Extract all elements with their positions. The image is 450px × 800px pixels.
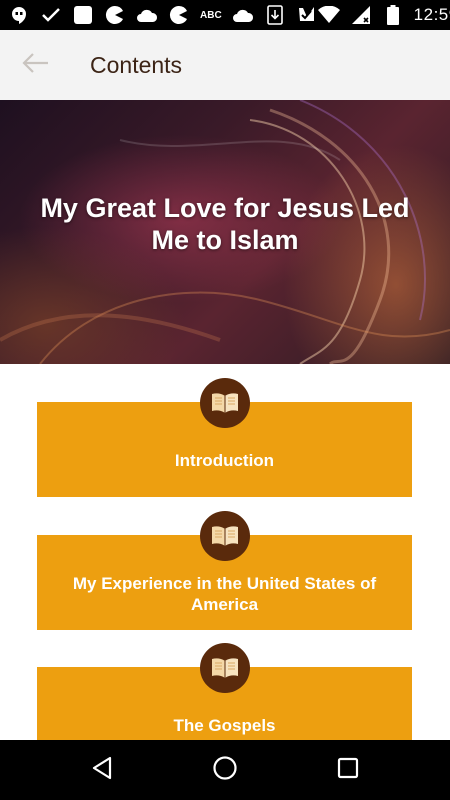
pacman-icon <box>104 5 126 25</box>
list-item-label: The Gospels <box>173 716 276 735</box>
download-icon <box>264 5 286 25</box>
list-item-label: My Experience in the United States of Am… <box>72 573 377 614</box>
book-banner: My Great Love for Jesus Led Me to Islam <box>0 100 450 364</box>
battery-icon <box>382 5 404 25</box>
contents-list: Introduction My Experience in the United… <box>0 364 450 740</box>
home-circle-icon <box>212 755 238 786</box>
wifi-icon <box>317 5 340 25</box>
open-book-icon <box>200 378 250 428</box>
page-title: Contents <box>90 51 183 78</box>
status-notifications: ABC <box>8 5 318 25</box>
list-item-label: Introduction <box>174 451 275 470</box>
arrow-back-icon <box>21 52 49 79</box>
system-nav-bar <box>0 740 450 800</box>
pacman-icon <box>168 5 190 25</box>
status-time: 12:59 <box>413 5 450 24</box>
nav-back-button[interactable] <box>72 740 132 800</box>
open-book-icon <box>200 643 250 693</box>
back-triangle-icon <box>91 756 113 785</box>
no-sim-icon <box>350 5 372 25</box>
cloud-icon <box>232 5 254 25</box>
notification-icon <box>296 5 318 25</box>
status-system: 12:59 <box>317 5 450 25</box>
recents-square-icon <box>337 757 359 784</box>
open-book-icon <box>200 511 250 561</box>
abc-icon: ABC <box>200 9 222 21</box>
nav-home-button[interactable] <box>195 740 255 800</box>
check-icon <box>40 5 62 25</box>
cloud-icon <box>136 5 158 25</box>
app-bar: Contents <box>0 30 450 100</box>
square-icon <box>72 5 94 25</box>
book-title: My Great Love for Jesus Led Me to Islam <box>40 193 410 255</box>
hangouts-icon <box>8 5 30 25</box>
nav-recents-button[interactable] <box>318 740 378 800</box>
back-button[interactable] <box>0 30 70 100</box>
status-bar: ABC 12:59 <box>0 0 450 30</box>
